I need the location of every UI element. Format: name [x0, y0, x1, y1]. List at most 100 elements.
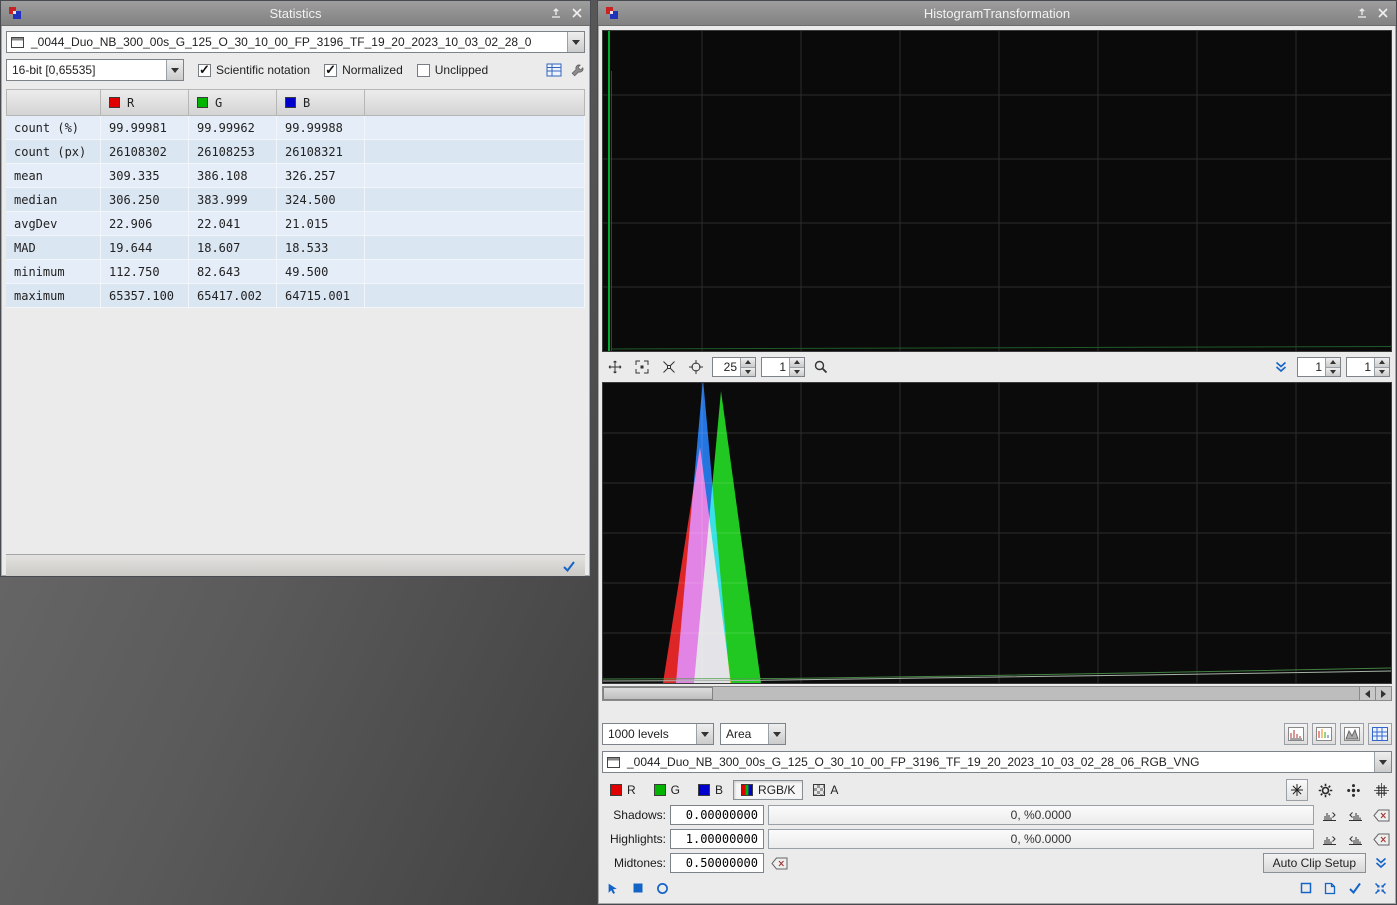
scroll-left-icon[interactable]: [1359, 687, 1375, 700]
channel-rgbk-button[interactable]: RGB/K: [733, 780, 804, 800]
close-icon[interactable]: [571, 7, 583, 19]
header-b-label: B: [303, 95, 311, 110]
show-curve-grid-icon[interactable]: [1368, 723, 1392, 745]
channel-a-button[interactable]: A: [805, 780, 846, 800]
resolution-combo[interactable]: 1000 levels: [602, 723, 714, 745]
scroll-right-icon[interactable]: [1375, 687, 1391, 700]
graph-style-dropdown-button[interactable]: [768, 724, 785, 744]
shadows-input[interactable]: [670, 805, 764, 825]
table-row: count (px) 26108302 26108253 26108321: [6, 140, 585, 164]
output-histogram-plot[interactable]: [602, 30, 1392, 352]
output-vertical-zoom-value[interactable]: 1: [1347, 358, 1374, 376]
apply-icon[interactable]: [632, 882, 644, 894]
histogram-body: 25 1 1 1 1000 levels Area _0044_Duo_NB_3…: [598, 26, 1396, 904]
spin-down-icon[interactable]: [1326, 366, 1340, 376]
channel-row: R G B RGB/K A: [602, 778, 1392, 802]
shadows-clip-icon[interactable]: [1318, 804, 1340, 826]
view-selector-combo[interactable]: _0044_Duo_NB_300_00s_G_125_O_30_10_00_FP…: [6, 31, 585, 53]
header-b[interactable]: B: [277, 89, 365, 116]
highlights-clip-icon[interactable]: [1318, 828, 1340, 850]
checkbox-box[interactable]: [416, 63, 430, 77]
browse-documentation-icon[interactable]: [1324, 882, 1336, 895]
target-view-combo[interactable]: _0044_Duo_NB_300_00s_G_125_O_30_10_00_FP…: [602, 751, 1392, 773]
unclipped-checkbox[interactable]: Unclipped: [416, 63, 489, 77]
histogram-titlebar[interactable]: HistogramTransformation: [598, 1, 1396, 26]
spin-down-icon[interactable]: [790, 366, 804, 376]
edit-instance-icon[interactable]: [1300, 882, 1312, 894]
normalized-checkbox[interactable]: Normalized: [324, 62, 403, 78]
readout-options-icon[interactable]: [1342, 779, 1364, 801]
scrollbar-thumb[interactable]: [603, 687, 713, 700]
checkbox-label: Unclipped: [434, 63, 489, 77]
text-view-icon[interactable]: [546, 63, 562, 77]
format-dropdown-button[interactable]: [166, 60, 183, 80]
spin-up-icon[interactable]: [1326, 358, 1340, 367]
header-g[interactable]: G: [189, 89, 277, 116]
gear-icon[interactable]: [1314, 779, 1336, 801]
iconize-icon[interactable]: [550, 7, 562, 19]
statistics-statusbar: [6, 554, 585, 576]
scientific-notation-checkbox[interactable]: Scientific notation: [198, 62, 310, 78]
statistics-titlebar[interactable]: Statistics: [1, 1, 590, 26]
midtones-input[interactable]: [670, 853, 764, 873]
preferences-wrench-icon[interactable]: [570, 63, 585, 78]
vertical-zoom-spin[interactable]: 1: [761, 357, 805, 377]
reset-shadows-icon[interactable]: [1370, 804, 1392, 826]
header-r[interactable]: R: [101, 89, 189, 116]
view-selector-dropdown-button[interactable]: [567, 32, 584, 52]
channel-r-button[interactable]: R: [602, 780, 644, 800]
blue-swatch-icon: [285, 97, 296, 108]
shadows-clip-alt-icon[interactable]: [1344, 804, 1366, 826]
resolution-dropdown-button[interactable]: [696, 724, 713, 744]
target-view-dropdown-button[interactable]: [1374, 752, 1391, 772]
horizontal-zoom-value[interactable]: 25: [713, 358, 740, 376]
zoom-to-fit-icon[interactable]: [631, 356, 653, 378]
cell-r: 309.335: [101, 164, 189, 188]
expand-panel-chevrons-icon[interactable]: [1270, 356, 1292, 378]
ok-check-icon[interactable]: [562, 560, 576, 572]
pan-mode-icon[interactable]: [604, 356, 626, 378]
iconize-icon[interactable]: [1356, 7, 1368, 19]
show-color-histograms-icon[interactable]: [1312, 723, 1336, 745]
checkbox-box[interactable]: [324, 62, 338, 78]
reset-zoom-icon[interactable]: [658, 356, 680, 378]
spin-down-icon[interactable]: [741, 366, 755, 376]
histogram-scrollbar[interactable]: [602, 686, 1392, 701]
readout-crosshair-icon[interactable]: [685, 356, 707, 378]
output-horizontal-zoom-spin[interactable]: 1: [1297, 357, 1341, 377]
checkbox-box[interactable]: [198, 62, 211, 78]
auto-clip-setup-button[interactable]: Auto Clip Setup: [1262, 853, 1366, 873]
spin-down-icon[interactable]: [1375, 366, 1389, 376]
reset-midtones-icon[interactable]: [768, 852, 790, 874]
graph-style-combo[interactable]: Area: [720, 723, 786, 745]
horizontal-zoom-spin[interactable]: 25: [712, 357, 756, 377]
format-selector-combo[interactable]: 16-bit [0,65535]: [6, 59, 184, 81]
close-icon[interactable]: [1377, 7, 1389, 19]
spin-up-icon[interactable]: [1375, 358, 1389, 367]
execute-check-icon[interactable]: [1348, 882, 1362, 894]
grid-crosshair-icon[interactable]: [1370, 779, 1392, 801]
output-vertical-zoom-spin[interactable]: 1: [1346, 357, 1390, 377]
cell-g: 383.999: [189, 188, 277, 212]
zoom-icon[interactable]: [810, 356, 832, 378]
highlights-clip-alt-icon[interactable]: [1344, 828, 1366, 850]
channel-b-button[interactable]: B: [690, 780, 731, 800]
new-instance-icon[interactable]: [607, 882, 620, 895]
highlights-input[interactable]: [670, 829, 764, 849]
real-time-preview-icon[interactable]: [656, 882, 669, 895]
channel-g-button[interactable]: G: [646, 780, 688, 800]
spin-up-icon[interactable]: [741, 358, 755, 367]
output-horizontal-zoom-value[interactable]: 1: [1298, 358, 1325, 376]
scrollbar-track[interactable]: [713, 687, 1359, 700]
vertical-zoom-value[interactable]: 1: [762, 358, 789, 376]
link-rgb-channels-icon[interactable]: [1286, 779, 1308, 801]
format-selector-value: 16-bit [0,65535]: [12, 63, 96, 77]
input-histogram-plot[interactable]: [602, 382, 1392, 684]
reset-icon[interactable]: [1374, 882, 1387, 895]
show-gray-histogram-icon[interactable]: [1340, 723, 1364, 745]
spin-up-icon[interactable]: [790, 358, 804, 367]
cell-r: 65357.100: [101, 284, 189, 308]
expand-section-chevrons-icon[interactable]: [1370, 852, 1392, 874]
show-raw-histogram-icon[interactable]: [1284, 723, 1308, 745]
reset-highlights-icon[interactable]: [1370, 828, 1392, 850]
